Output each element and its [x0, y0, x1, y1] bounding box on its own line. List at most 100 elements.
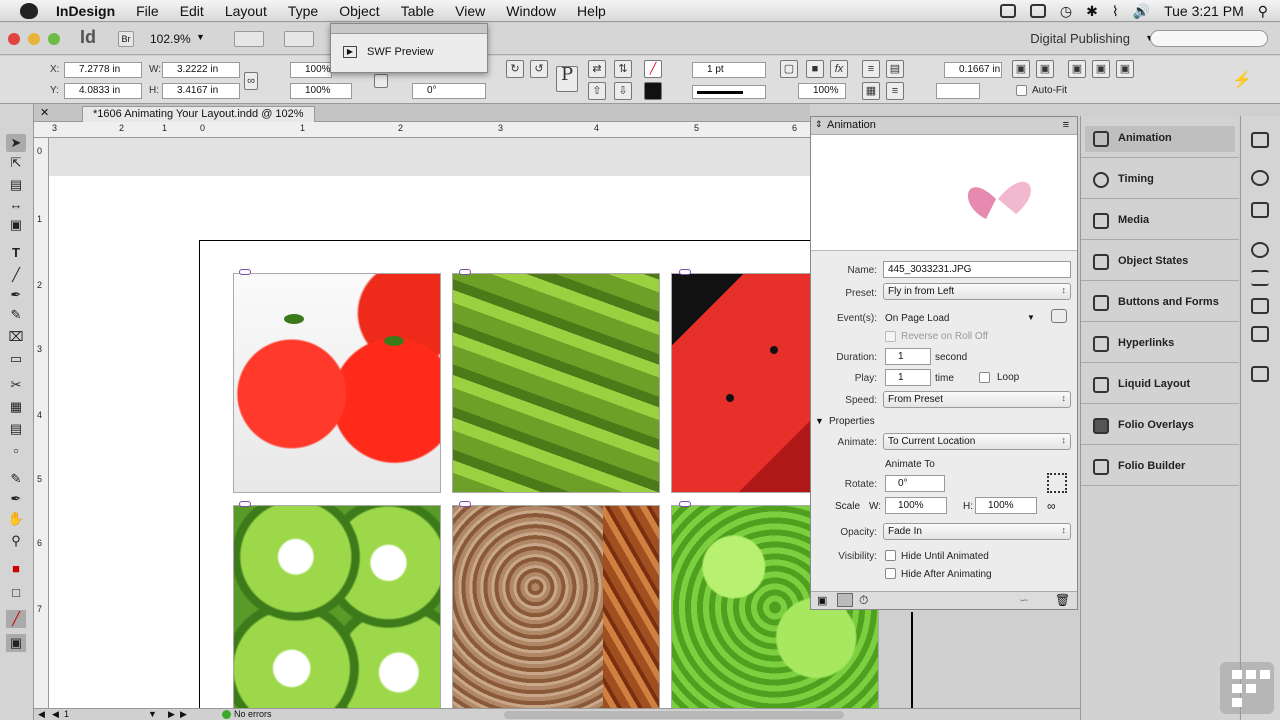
- menu-file[interactable]: File: [136, 3, 159, 19]
- rotate-cw-icon[interactable]: ↻: [506, 60, 524, 78]
- reverse-checkbox[interactable]: [885, 331, 896, 342]
- dock-item-animation[interactable]: Animation: [1085, 126, 1235, 152]
- wrap-icon[interactable]: ▤: [886, 60, 904, 78]
- line-tool-icon[interactable]: ╱: [6, 266, 26, 284]
- horizontal-scrollbar[interactable]: [504, 711, 844, 719]
- first-page-icon[interactable]: ◀: [38, 709, 45, 720]
- document-page[interactable]: [49, 176, 959, 710]
- timing-panel-icon[interactable]: ⏱: [859, 593, 868, 608]
- flip-horizontal-icon[interactable]: ⇄: [588, 60, 606, 78]
- events-select[interactable]: On Page Load: [885, 313, 950, 324]
- dock-item-folio-builder[interactable]: Folio Builder: [1085, 454, 1235, 480]
- direct-selection-tool-icon[interactable]: ⇱: [6, 154, 26, 172]
- gap-tool-icon[interactable]: ↔: [6, 196, 26, 214]
- reference-point-icon[interactable]: [1047, 473, 1067, 493]
- watermelon-image[interactable]: [671, 273, 811, 493]
- fx-icon[interactable]: fx: [830, 60, 848, 78]
- menu-help[interactable]: Help: [577, 3, 606, 19]
- shadow-icon[interactable]: ■: [806, 60, 824, 78]
- stroke-type-select[interactable]: [692, 85, 766, 99]
- dock-item-buttons-and-forms[interactable]: Buttons and Forms: [1085, 290, 1235, 316]
- swf-preview-item[interactable]: SWF Preview: [367, 46, 434, 58]
- scale-y-field[interactable]: 100%: [290, 83, 352, 99]
- frame-handle[interactable]: [239, 269, 251, 275]
- gradient-swatch-tool-icon[interactable]: ▤: [6, 420, 26, 438]
- gradient-feather-tool-icon[interactable]: ▫: [6, 442, 26, 460]
- type-tool-icon[interactable]: T: [6, 244, 26, 262]
- nuts-image[interactable]: [452, 505, 660, 710]
- menu-type[interactable]: Type: [288, 3, 318, 19]
- fill-frame-icon[interactable]: ▣: [1092, 60, 1110, 78]
- pen-tool-icon[interactable]: ✒: [6, 286, 26, 304]
- spotlight-icon[interactable]: ⚲: [1258, 3, 1268, 20]
- zoom-tool-icon[interactable]: ⚲: [6, 532, 26, 550]
- menu-edit[interactable]: Edit: [180, 3, 204, 19]
- zoom-window-button[interactable]: [48, 33, 60, 45]
- frame-handle[interactable]: [679, 501, 691, 507]
- disclosure-triangle-icon[interactable]: ▼: [815, 416, 824, 426]
- formatting-container-icon[interactable]: □: [6, 584, 26, 602]
- width-field[interactable]: 3.2222 in: [162, 62, 240, 78]
- previous-page-icon[interactable]: ◀: [52, 709, 59, 720]
- display-icon[interactable]: [1029, 4, 1046, 18]
- frame-handle[interactable]: [459, 501, 471, 507]
- show-proxy-icon[interactable]: [837, 593, 853, 607]
- note-tool-icon[interactable]: ✎: [6, 470, 26, 488]
- loop-checkbox[interactable]: [979, 372, 990, 383]
- panel-collapse-icon[interactable]: ⇕: [815, 119, 823, 130]
- apply-none-icon[interactable]: ╱: [6, 610, 26, 628]
- dock-item-object-states[interactable]: Object States: [1085, 249, 1235, 275]
- fit-frame-icon[interactable]: ▣: [1012, 60, 1030, 78]
- animation-preview[interactable]: [811, 135, 1077, 251]
- hand-tool-icon[interactable]: ✋: [6, 510, 26, 528]
- dock-item-hyperlinks[interactable]: Hyperlinks: [1085, 331, 1235, 357]
- next-page-icon[interactable]: ▶: [168, 709, 175, 720]
- fill-stroke-icon[interactable]: ■: [6, 560, 26, 578]
- dock-item-folio-overlays[interactable]: Folio Overlays: [1085, 413, 1235, 439]
- menu-table[interactable]: Table: [401, 3, 434, 19]
- corner-offset-field[interactable]: 0.1667 in: [944, 62, 1002, 78]
- selection-tool-icon[interactable]: ➤: [6, 134, 26, 152]
- green-peppers-image[interactable]: [452, 273, 660, 493]
- document-tab[interactable]: *1606 Animating Your Layout.indd @ 102%: [82, 106, 315, 122]
- link-icon[interactable]: ∞: [1047, 499, 1056, 513]
- align-text-icon[interactable]: ≡: [862, 60, 880, 78]
- chevron-down-icon[interactable]: ▼: [1027, 313, 1035, 322]
- panel-menu-icon[interactable]: ≡: [1063, 119, 1069, 131]
- select-next-icon[interactable]: ⇩: [614, 82, 632, 100]
- preset-select[interactable]: Fly in from Left: [883, 283, 1071, 300]
- links-panel-icon[interactable]: [1251, 170, 1269, 186]
- autofit-checkbox[interactable]: [1016, 85, 1027, 96]
- pencil-tool-icon[interactable]: ✎: [6, 306, 26, 324]
- kiwi-image[interactable]: [233, 505, 441, 710]
- close-tab-icon[interactable]: ✕: [40, 106, 49, 119]
- volume-icon[interactable]: 🔊: [1133, 3, 1150, 20]
- opacity-select[interactable]: Fade In: [883, 523, 1071, 540]
- tomatoes-image[interactable]: [233, 273, 441, 493]
- color-panel-icon[interactable]: [1251, 242, 1269, 258]
- effects-icon[interactable]: ▢: [780, 60, 798, 78]
- convert-to-motion-path-icon[interactable]: ∽: [1019, 593, 1029, 607]
- apple-icon[interactable]: [20, 2, 38, 19]
- fit-proportional-icon[interactable]: ▣: [1036, 60, 1054, 78]
- animate-select[interactable]: To Current Location: [883, 433, 1071, 450]
- hide-until-checkbox[interactable]: [885, 550, 896, 561]
- workspace-switcher[interactable]: Digital Publishing: [1030, 31, 1130, 46]
- scale-x-field[interactable]: 100%: [290, 62, 332, 78]
- menu-view[interactable]: View: [455, 3, 485, 19]
- layers-panel-icon[interactable]: [1251, 202, 1269, 218]
- screen-mode-icon[interactable]: ▣: [6, 634, 26, 652]
- select-previous-icon[interactable]: ⇧: [588, 82, 606, 100]
- trash-icon[interactable]: 🗑: [1055, 593, 1070, 607]
- menu-layout[interactable]: Layout: [225, 3, 267, 19]
- close-window-button[interactable]: [8, 33, 20, 45]
- stroke-weight-field[interactable]: 1 pt: [692, 62, 766, 78]
- swatches-panel-icon[interactable]: [1251, 298, 1269, 314]
- speed-select[interactable]: From Preset: [883, 391, 1071, 408]
- rotate-ccw-icon[interactable]: ↺: [530, 60, 548, 78]
- horizontal-ruler[interactable]: 3 2 1 0 1 2 3 4 5 6: [34, 122, 810, 138]
- calculator-icon[interactable]: [999, 4, 1016, 18]
- swf-panel-header[interactable]: [331, 24, 487, 34]
- eyedropper-tool-icon[interactable]: ✒: [6, 490, 26, 508]
- chevron-down-icon[interactable]: ▼: [148, 709, 157, 719]
